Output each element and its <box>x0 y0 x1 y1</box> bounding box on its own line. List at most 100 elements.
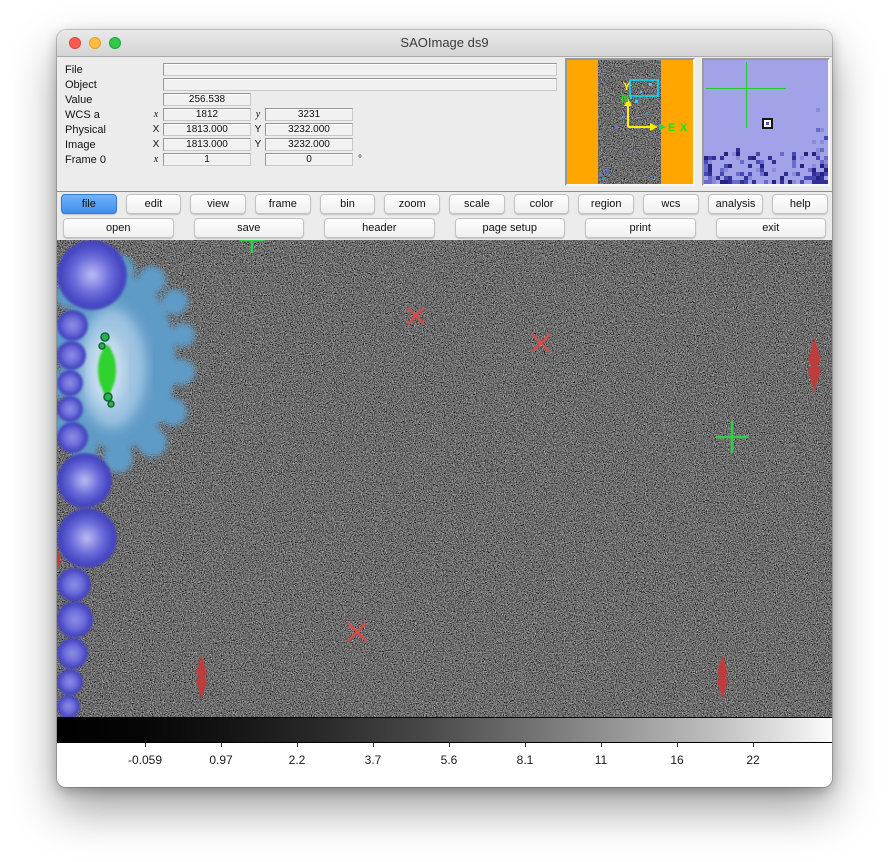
magnifier-noise-pixel <box>724 152 728 156</box>
menu-button-region[interactable]: region <box>578 194 634 214</box>
menu-button-frame[interactable]: frame <box>255 194 311 214</box>
svg-text:E: E <box>668 122 675 134</box>
axis-label-2: y <box>251 109 265 120</box>
red-arrow-marker <box>196 655 207 704</box>
menu-button-analysis[interactable]: analysis <box>708 194 764 214</box>
action-button-open[interactable]: open <box>63 218 174 238</box>
info-row-value: Value256.538 <box>65 92 557 107</box>
close-button[interactable] <box>69 37 81 49</box>
axis-label-1: X <box>149 139 163 150</box>
axis-label-1: x <box>149 109 163 120</box>
svg-text:X: X <box>680 122 688 134</box>
panner-compass: YNEX <box>567 60 693 184</box>
info-row-wcs-a: WCS ax1812y3231 <box>65 107 557 122</box>
panner-panel[interactable]: YNEX <box>565 58 695 186</box>
red-arrow-marker <box>808 337 821 398</box>
axis-label-1: x <box>149 154 163 165</box>
info-label-image: Image <box>65 139 149 151</box>
colorbar-tickmark <box>525 743 526 747</box>
menu-button-help[interactable]: help <box>772 194 828 214</box>
menu-button-view[interactable]: view <box>190 194 246 214</box>
magnifier-noise-pixel <box>772 160 776 164</box>
magnifier-noise-pixel <box>712 180 716 184</box>
region-markers-layer <box>57 240 832 717</box>
colorbar-section: -0.0590.972.23.75.68.1111622 <box>57 717 832 787</box>
red-arrow-marker <box>717 655 728 704</box>
magnifier-noise-pixel <box>744 180 748 184</box>
minimize-button[interactable] <box>89 37 101 49</box>
info-row-object: Object <box>65 77 557 92</box>
object-field[interactable] <box>163 78 557 91</box>
magnifier-noise-pixel <box>820 140 824 144</box>
red-arrow-marker <box>57 550 61 573</box>
panner-viewport-box <box>630 80 658 96</box>
coordinate-info-panel: FileObjectValue256.538WCS ax1812y3231Phy… <box>65 62 557 167</box>
menu-button-zoom[interactable]: zoom <box>384 194 440 214</box>
info-label-frame-0: Frame 0 <box>65 154 149 166</box>
wcs-a-x-field[interactable]: 1812 <box>163 108 251 121</box>
magnifier-noise-pixel <box>772 168 776 172</box>
info-label-wcs-a: WCS a <box>65 109 149 121</box>
action-button-exit[interactable]: exit <box>716 218 827 238</box>
menu-button-file[interactable]: file <box>61 194 117 214</box>
info-label-object: Object <box>65 79 149 91</box>
frame-0-x-field[interactable]: 1 <box>163 153 251 166</box>
menu-button-edit[interactable]: edit <box>126 194 182 214</box>
frame-0-y-field[interactable]: 0 <box>265 153 353 166</box>
action-button-save[interactable]: save <box>194 218 305 238</box>
magnifier-noise-pixel <box>724 168 728 172</box>
ds9-window: SAOImage ds9 FileObjectValue256.538WCS a… <box>57 30 832 787</box>
info-section: FileObjectValue256.538WCS ax1812y3231Phy… <box>57 57 832 191</box>
magnifier-noise-pixel <box>804 152 808 156</box>
colorbar-tickmark <box>297 743 298 747</box>
red-x-marker <box>406 306 426 331</box>
magnifier-noise-pixel <box>772 180 776 184</box>
svg-text:Y: Y <box>623 81 631 93</box>
menu-button-scale[interactable]: scale <box>449 194 505 214</box>
menu-button-bin[interactable]: bin <box>320 194 376 214</box>
magnifier-noise-pixel <box>824 172 828 176</box>
colorbar-tick-label: 5.6 <box>419 753 479 767</box>
red-x-marker <box>346 621 368 648</box>
magnifier-noise-pixel <box>720 156 724 160</box>
magnifier-noise-pixel <box>800 180 804 184</box>
magnifier-noise-pixel <box>764 172 768 176</box>
colorbar-tickmark <box>601 743 602 747</box>
image-x-field[interactable]: 1813.000 <box>163 138 251 151</box>
physical-y-field[interactable]: 3232.000 <box>265 123 353 136</box>
colorbar-tick-label: 16 <box>647 753 707 767</box>
axis-label-1: X <box>149 124 163 135</box>
colorbar-tick-label: 11 <box>571 753 631 767</box>
action-button-page-setup[interactable]: page setup <box>455 218 566 238</box>
menu-button-wcs[interactable]: wcs <box>643 194 699 214</box>
magnifier-noise-pixel <box>756 152 760 156</box>
colorbar-gradient[interactable] <box>57 717 832 743</box>
image-y-field[interactable]: 3232.000 <box>265 138 353 151</box>
magnifier-cursor-box <box>762 118 773 129</box>
green-cross-marker <box>716 421 748 458</box>
colorbar-tickmark <box>753 743 754 747</box>
magnifier-noise-pixel <box>820 128 824 132</box>
axis-label-2: Y <box>251 139 265 150</box>
colorbar-tick-label: 0.97 <box>191 753 251 767</box>
magnifier-noise-pixel <box>824 136 828 140</box>
magnifier-panel[interactable] <box>702 58 830 186</box>
colorbar-tick-label: 8.1 <box>495 753 555 767</box>
image-canvas[interactable] <box>57 240 832 717</box>
magnifier-noise-pixel <box>784 172 788 176</box>
wcs-a-y-field[interactable]: 3231 <box>265 108 353 121</box>
colorbar-tick-label: 22 <box>723 753 783 767</box>
magnifier-noise-pixel <box>740 160 744 164</box>
traffic-lights <box>69 37 121 49</box>
physical-x-field[interactable]: 1813.000 <box>163 123 251 136</box>
file-field[interactable] <box>163 63 557 76</box>
action-button-print[interactable]: print <box>585 218 696 238</box>
colorbar-tickmark <box>373 743 374 747</box>
info-label-physical: Physical <box>65 124 149 136</box>
value-field[interactable]: 256.538 <box>163 93 251 106</box>
menu-row-secondary: open save header page setup print exit <box>63 218 826 238</box>
menu-button-color[interactable]: color <box>514 194 570 214</box>
magnifier-noise-pixel <box>816 108 820 112</box>
action-button-header[interactable]: header <box>324 218 435 238</box>
zoom-window-button[interactable] <box>109 37 121 49</box>
